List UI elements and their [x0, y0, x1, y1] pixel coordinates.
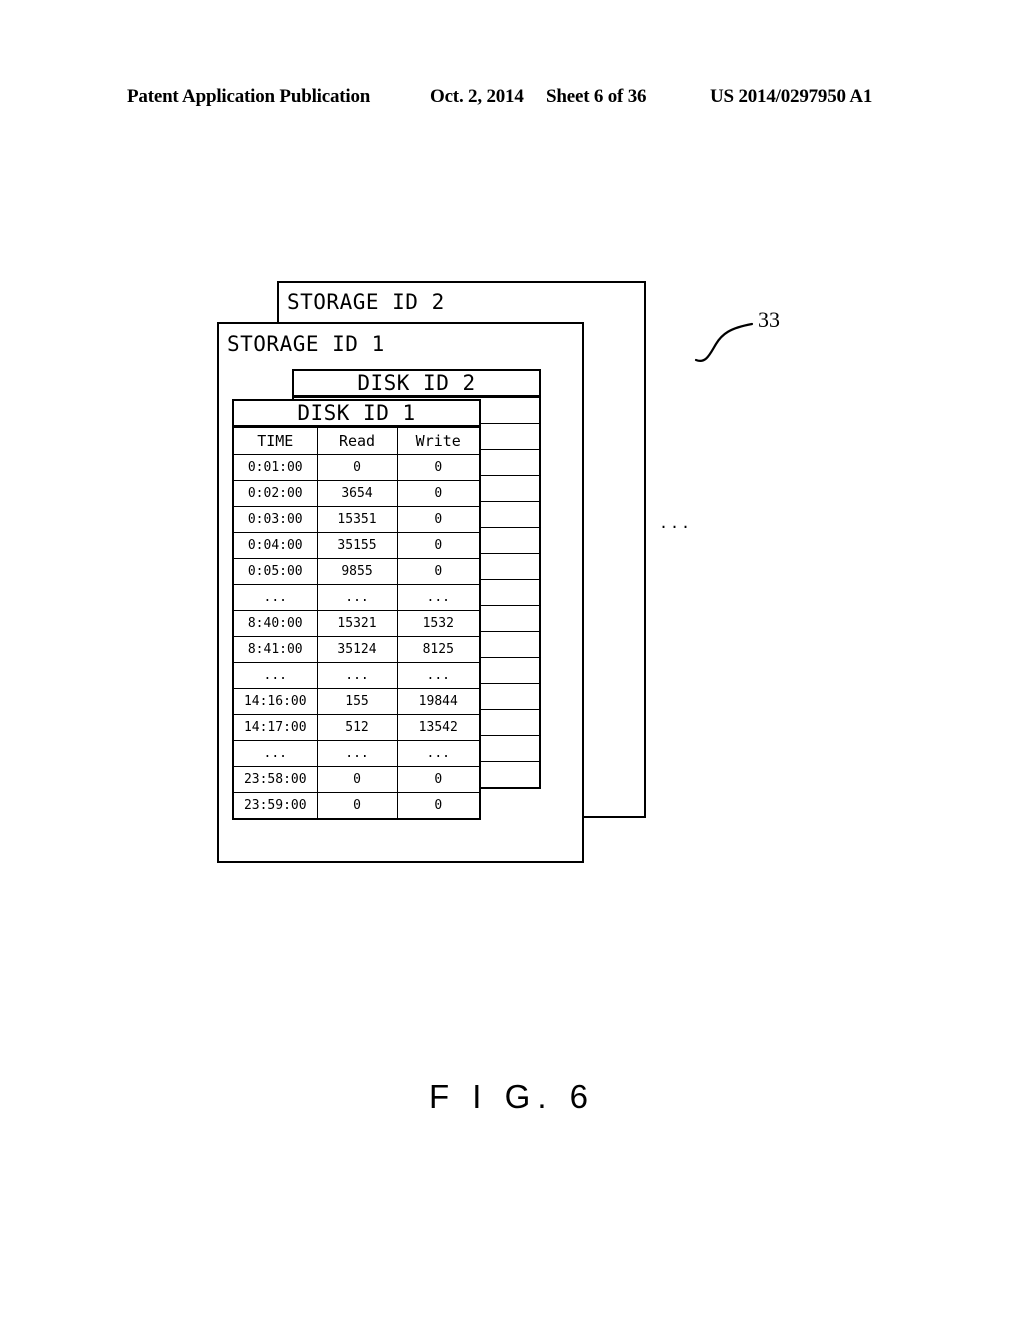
table-cell: ...: [233, 740, 318, 767]
table-cell: 15351: [316, 506, 398, 533]
table-cell: 35124: [316, 636, 398, 663]
table-cell: 19844: [396, 688, 480, 715]
table-cell: 0:03:00: [233, 506, 318, 533]
table-cell: 0: [316, 792, 398, 819]
table-cell: 0: [396, 792, 480, 819]
figure-caption: F I G. 6: [428, 1078, 596, 1115]
table-row: .........: [233, 584, 480, 611]
table-row: 8:41:00 35124 8125: [233, 636, 480, 663]
table-cell: 14:16:00: [233, 688, 318, 715]
table-cell: 0: [396, 532, 480, 559]
table-cell: ...: [316, 740, 398, 767]
table-cell: 0: [316, 454, 398, 481]
table-cell: 0: [396, 454, 480, 481]
storage-series-ellipsis: ...: [659, 514, 693, 532]
column-header-write: Write: [396, 427, 480, 455]
table-row: .........: [233, 662, 480, 689]
table-cell: 512: [316, 714, 398, 741]
figure-diagram: STORAGE ID 2 STORAGE ID 1 ... ... DISK I…: [0, 0, 1024, 1320]
table-row: 14:16:00 155 19844: [233, 688, 480, 715]
disk-table-1: DISK ID 1 TIME Read Write 0:01:00 0 0 0:02:00…: [232, 399, 481, 820]
column-header-time: TIME: [233, 427, 318, 455]
disk-table-2-title: DISK ID 2: [292, 369, 541, 397]
table-cell: 1532: [396, 610, 480, 637]
table-cell: 0:05:00: [233, 558, 318, 585]
table-row: 23:58:00 0 0: [233, 766, 480, 793]
table-row: 23:59:00 0 0: [233, 792, 480, 819]
table-cell: ...: [396, 584, 480, 611]
table-row: .........: [233, 740, 480, 767]
table-cell: 0: [396, 558, 480, 585]
table-cell: 3654: [316, 480, 398, 507]
table-cell: ...: [233, 662, 318, 689]
table-cell: ...: [396, 740, 480, 767]
table-cell: 0: [396, 480, 480, 507]
table-row: 0:04:00 35155 0: [233, 532, 480, 559]
table-cell: 14:17:00: [233, 714, 318, 741]
table-cell: 155: [316, 688, 398, 715]
table-cell: 35155: [316, 532, 398, 559]
table-row: 0:03:00 15351 0: [233, 506, 480, 533]
table-header-row: TIME Read Write: [233, 427, 480, 455]
table-cell: 13542: [396, 714, 480, 741]
table-cell: 9855: [316, 558, 398, 585]
table-cell: ...: [233, 584, 318, 611]
column-header-read: Read: [316, 427, 398, 455]
table-cell: 0:01:00: [233, 454, 318, 481]
table-cell: 0:02:00: [233, 480, 318, 507]
reference-numeral-33: 33: [758, 307, 780, 332]
table-row: 0:02:00 3654 0: [233, 480, 480, 507]
storage-panel-2-title: STORAGE ID 2: [287, 290, 445, 314]
disk-table-1-grid: TIME Read Write 0:01:00 0 0 0:02:00 3654 0 0:03:…: [232, 427, 481, 820]
table-row: 0:01:00 0 0: [233, 454, 480, 481]
table-cell: 8125: [396, 636, 480, 663]
table-cell: 0:04:00: [233, 532, 318, 559]
table-row: 0:05:00 9855 0: [233, 558, 480, 585]
table-cell: 23:59:00: [233, 792, 318, 819]
table-cell: 8:40:00: [233, 610, 318, 637]
table-cell: ...: [316, 584, 398, 611]
disk-table-1-title: DISK ID 1: [232, 399, 481, 427]
table-cell: 0: [396, 506, 480, 533]
table-cell: 15321: [316, 610, 398, 637]
table-cell: ...: [316, 662, 398, 689]
table-row: 8:40:00 15321 1532: [233, 610, 480, 637]
table-row: 14:17:00 512 13542: [233, 714, 480, 741]
table-cell: ...: [396, 662, 480, 689]
disk-table-2-title-text: DISK ID 2: [357, 371, 476, 395]
table-cell: 0: [396, 766, 480, 793]
storage-panel-1-title: STORAGE ID 1: [227, 332, 385, 356]
table-cell: 8:41:00: [233, 636, 318, 663]
reference-leader-line: [694, 322, 754, 362]
table-cell: 23:58:00: [233, 766, 318, 793]
table-cell: 0: [316, 766, 398, 793]
disk-table-1-title-text: DISK ID 1: [297, 401, 416, 425]
